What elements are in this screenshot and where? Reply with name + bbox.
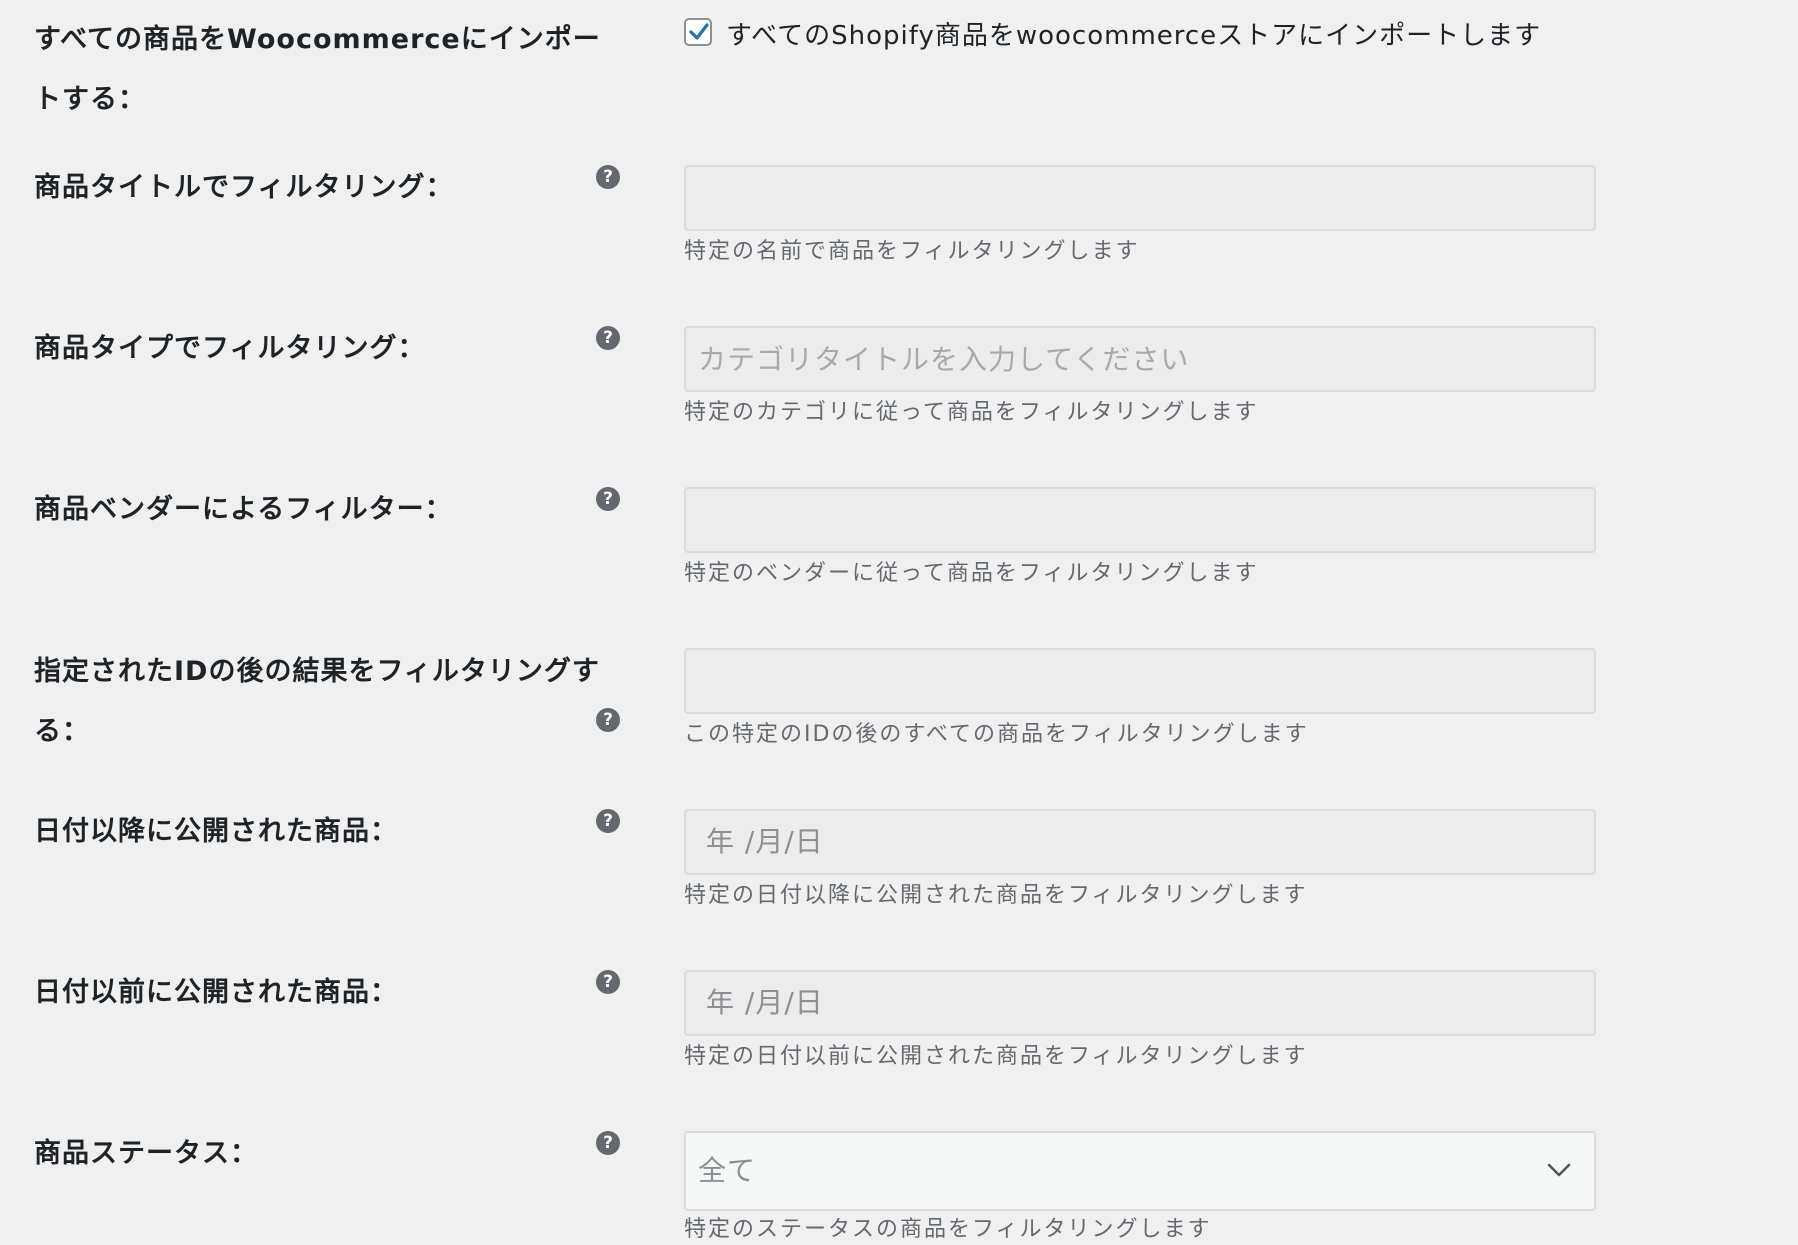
filter-type-label: 商品タイプでフィルタリング：	[34, 333, 426, 364]
product-status-selected-value: 全て	[698, 1154, 757, 1187]
filter-type-input[interactable]	[684, 326, 1596, 392]
filter-since-id-label: 指定されたIDの後の結果をフィルタリングする：	[34, 656, 600, 747]
filter-vendor-label: 商品ベンダーによるフィルター：	[34, 494, 453, 525]
filter-type-description: 特定のカテゴリに従って商品をフィルタリングします	[684, 400, 1259, 425]
import-all-checkbox[interactable]	[684, 18, 712, 46]
filter-title-description: 特定の名前で商品をフィルタリングします	[684, 239, 1140, 264]
question-circle-icon[interactable]: ?	[596, 809, 620, 833]
product-status-label: 商品ステータス：	[34, 1138, 258, 1169]
product-status-select[interactable]: 全て	[684, 1131, 1596, 1211]
import-settings-form: すべての商品をWoocommerceにインポートする： すべてのShopify商…	[0, 0, 1798, 1242]
import-all-checkbox-label[interactable]: すべてのShopify商品をwoocommerceストアにインポートします	[726, 16, 1541, 56]
question-circle-icon[interactable]: ?	[596, 487, 620, 511]
question-circle-icon[interactable]: ?	[596, 165, 620, 189]
question-circle-icon[interactable]: ?	[596, 708, 620, 732]
product-status-description: 特定のステータスの商品をフィルタリングします	[684, 1217, 1212, 1242]
filter-since-id-description: この特定のIDの後のすべての商品をフィルタリングします	[684, 722, 1309, 747]
filter-vendor-description: 特定のベンダーに従って商品をフィルタリングします	[684, 561, 1259, 586]
filter-since-id-input[interactable]	[684, 648, 1596, 714]
filter-title-input[interactable]	[684, 165, 1596, 231]
question-circle-icon[interactable]: ?	[596, 1131, 620, 1155]
published-after-date-input[interactable]: 年 /月/日	[684, 809, 1596, 875]
question-circle-icon[interactable]: ?	[596, 326, 620, 350]
chevron-down-icon	[1547, 1163, 1571, 1177]
published-after-description: 特定の日付以降に公開された商品をフィルタリングします	[684, 883, 1308, 908]
question-circle-icon[interactable]: ?	[596, 970, 620, 994]
published-after-label: 日付以降に公開された商品：	[34, 816, 398, 847]
import-all-label: すべての商品をWoocommerceにインポートする：	[34, 24, 601, 115]
filter-title-label: 商品タイトルでフィルタリング：	[34, 172, 454, 203]
checkmark-icon	[689, 23, 709, 40]
published-before-description: 特定の日付以前に公開された商品をフィルタリングします	[684, 1044, 1308, 1069]
published-before-date-input[interactable]: 年 /月/日	[684, 970, 1596, 1036]
published-before-label: 日付以前に公開された商品：	[34, 977, 398, 1008]
filter-vendor-input[interactable]	[684, 487, 1596, 553]
